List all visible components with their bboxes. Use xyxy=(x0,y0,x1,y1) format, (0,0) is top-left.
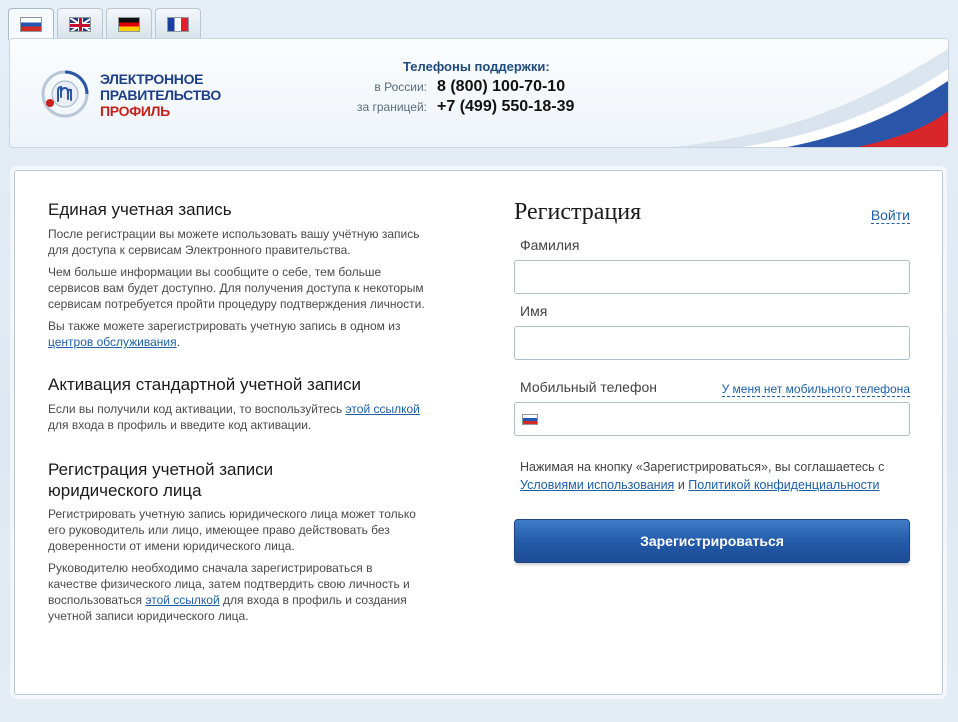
main-panel: Единая учетная запись После регистрации … xyxy=(14,170,943,695)
section-paragraph: После регистрации вы можете использовать… xyxy=(48,227,420,257)
flag-russia-icon[interactable] xyxy=(522,414,538,425)
logo-line-1: ЭЛЕКТРОННОЕ xyxy=(100,71,204,87)
firstname-label: Имя xyxy=(520,303,548,319)
support-abroad-label: за границей: xyxy=(356,100,427,114)
section-paragraph: Руководителю необходимо сначала зарегист… xyxy=(48,560,423,624)
flag-germany-icon xyxy=(118,16,140,32)
lastname-label: Фамилия xyxy=(520,237,580,253)
section-title: Активация стандартной учетной записи xyxy=(48,375,361,394)
e-government-logo-icon xyxy=(41,70,89,118)
section-single-account: Единая учетная запись После регистрации … xyxy=(48,199,428,356)
section-paragraph: Если вы получили код активации, то воспо… xyxy=(48,401,428,433)
section-paragraph: Регистрировать учетную запись юридическо… xyxy=(48,507,416,553)
lang-tab-de[interactable] xyxy=(106,8,152,39)
consent-prefix: Нажимая на кнопку «Зарегистрироваться», … xyxy=(520,460,885,474)
login-link[interactable]: Войти xyxy=(870,207,910,224)
consent-and: и xyxy=(677,478,685,492)
phone-input[interactable] xyxy=(514,402,910,436)
support-row-abroad: за границей: +7 (499) 550-18-39 xyxy=(350,98,600,116)
language-switcher xyxy=(8,8,201,40)
logo-line-2: ПРАВИТЕЛЬСТВО xyxy=(100,87,221,103)
section-paragraph: Чем больше информации вы сообщите о себе… xyxy=(48,265,425,311)
lang-tab-en[interactable] xyxy=(57,8,103,39)
flag-france-icon xyxy=(167,16,189,32)
terms-link[interactable]: Условиями использования xyxy=(520,478,674,492)
logo-text: ЭЛЕКТРОННОЕ ПРАВИТЕЛЬСТВО ПРОФИЛЬ xyxy=(100,71,221,119)
flag-uk-icon xyxy=(69,16,91,32)
section-legal-entity-body: Регистрировать учетную запись юридическо… xyxy=(48,506,428,630)
support-row-russia: в России: 8 (800) 100-70-10 xyxy=(350,78,600,96)
site-header: ЭЛЕКТРОННОЕ ПРАВИТЕЛЬСТВО ПРОФИЛЬ Телефо… xyxy=(9,38,949,148)
paragraph-text: Если вы получили код активации, то воспо… xyxy=(48,402,343,416)
support-title: Телефоны поддержки: xyxy=(403,59,550,74)
registration-title: Регистрация xyxy=(514,199,642,225)
activation-link[interactable]: этой ссылкой xyxy=(346,402,420,416)
privacy-link[interactable]: Политикой конфиденциальности xyxy=(688,478,879,492)
section-title: Регистрация учетной записи юридического … xyxy=(48,460,274,500)
lang-tab-fr[interactable] xyxy=(155,8,201,39)
flag-russia-icon xyxy=(20,17,42,32)
phone-label: Мобильный телефон xyxy=(520,379,657,395)
paragraph-text: . xyxy=(176,335,180,349)
logo-line-3: ПРОФИЛЬ xyxy=(100,103,170,119)
register-button[interactable]: Зарегистрироваться xyxy=(514,519,910,563)
paragraph-text: Вы также можете зарегистрировать учетную… xyxy=(48,319,401,333)
section-legal-entity: Регистрация учетной записи юридического … xyxy=(48,459,308,507)
lastname-input[interactable] xyxy=(514,260,910,294)
support-abroad-number: +7 (499) 550-18-39 xyxy=(437,98,575,115)
legal-entity-link[interactable]: этой ссылкой xyxy=(145,593,219,607)
section-paragraph: Вы также можете зарегистрировать учетную… xyxy=(48,318,428,350)
section-title: Единая учетная запись xyxy=(48,200,232,219)
support-russia-label: в России: xyxy=(374,80,427,94)
section-activation: Активация стандартной учетной записи Есл… xyxy=(48,374,428,439)
lang-tab-ru[interactable] xyxy=(8,8,54,40)
paragraph-text: для входа в профиль и введите код актива… xyxy=(48,418,312,432)
service-centers-link[interactable]: центров обслуживания xyxy=(48,335,177,349)
firstname-input[interactable] xyxy=(514,326,910,360)
support-russia-number: 8 (800) 100-70-10 xyxy=(437,78,566,95)
consent-text: Нажимая на кнопку «Зарегистрироваться», … xyxy=(520,458,916,494)
no-phone-link[interactable]: У меня нет мобильного телефона xyxy=(721,382,910,397)
